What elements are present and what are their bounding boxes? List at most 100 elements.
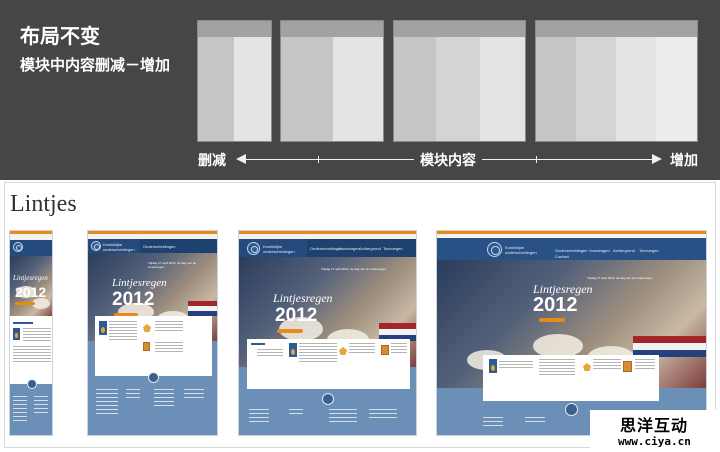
- footer-links: [184, 389, 204, 401]
- axis-tick: [318, 156, 319, 163]
- axis-line-right: [482, 159, 654, 160]
- site-header: [10, 240, 52, 256]
- text-block: [635, 359, 655, 371]
- wireframe-2: [280, 20, 384, 142]
- wireframe-column: [198, 37, 234, 141]
- site-header: Koninklijke onderscheidingen Onderscheidi…: [437, 238, 706, 260]
- medal-icon: [289, 343, 297, 357]
- text-block: [155, 321, 183, 333]
- footer-links: [289, 409, 303, 417]
- wireframe-column: [436, 37, 480, 141]
- scroll-top-icon[interactable]: [565, 403, 578, 416]
- hero-description: Vrijdag 27 april 2012, de dag van de Lin…: [321, 267, 387, 271]
- flag-stripe: [633, 336, 706, 343]
- wireframe-header: [394, 21, 525, 37]
- wireframe-column: [656, 37, 697, 141]
- scroll-top-icon[interactable]: [148, 372, 159, 383]
- hero-description: Vrijdag 27 april 2012, de dag van de Lin…: [587, 276, 653, 280]
- nav-link[interactable]: Onderscheidingen: [143, 244, 175, 249]
- wireframe-column: [281, 37, 333, 141]
- nav-link[interactable]: Contact: [555, 254, 569, 259]
- site-brand: Koninklijke onderscheidingen: [263, 244, 295, 254]
- scroll-top-icon[interactable]: [322, 393, 334, 405]
- document-icon: [623, 361, 632, 372]
- nav-link[interactable]: Toevoegen: [639, 248, 659, 253]
- banner-subtitle: 模块中内容删减－增加: [20, 56, 171, 74]
- wireframe-3: [393, 20, 526, 142]
- footer-links: [249, 409, 269, 425]
- nav-link[interactable]: Achtergrond: [613, 248, 635, 253]
- crest-icon: [13, 242, 23, 252]
- hero-script: Lintjesregen: [112, 277, 167, 289]
- hero-button[interactable]: [539, 318, 565, 322]
- site-mockup-mobile: Lintjesregen 2012: [9, 230, 53, 436]
- site-header: Koninklijke onderscheidingen: [88, 239, 140, 253]
- text-block: [257, 349, 283, 358]
- footer-links: [126, 389, 140, 401]
- axis-label-reduce: 删减: [198, 153, 226, 169]
- hero-year: 2012: [275, 305, 318, 326]
- wireframe-header: [281, 21, 383, 37]
- award-icon: [583, 363, 591, 371]
- wireframe-column: [333, 37, 383, 141]
- nav-link[interactable]: Onderscheidingen: [310, 246, 342, 251]
- hero-script: Lintjesregen: [13, 274, 48, 282]
- footer-links: [34, 396, 48, 416]
- site-brand: Koninklijke onderscheidingen: [103, 242, 135, 252]
- hero-year: 2012: [533, 294, 578, 316]
- site-mockup-tablet: Koninklijke onderscheidingen Onderscheidi…: [87, 230, 218, 436]
- axis-label-content: 模块内容: [420, 153, 476, 169]
- main-nav: Onderscheidingen: [140, 239, 217, 253]
- footer-links: [525, 417, 545, 425]
- content-area: [247, 339, 410, 389]
- wireframe-column: [394, 37, 436, 141]
- footer-links: [13, 396, 27, 424]
- footer-links: [329, 409, 357, 425]
- hero-button[interactable]: [277, 329, 303, 333]
- site-mockup-desktop-wide: Koninklijke onderscheidingen Onderscheidi…: [436, 230, 707, 436]
- watermark-text: 思洋互动: [620, 416, 689, 435]
- hero-description: Vrijdag 27 april 2012, de dag van de Lin…: [148, 261, 197, 269]
- wireframe-column: [234, 37, 271, 141]
- wireframe-header: [536, 21, 697, 37]
- award-icon: [339, 347, 347, 355]
- document-icon: [381, 345, 389, 355]
- nav-link[interactable]: Voordragen: [339, 246, 360, 251]
- arrow-right-icon: [652, 154, 662, 164]
- watermark-logo: 思洋互动 www.ciya.cn: [590, 410, 720, 452]
- text-block: [13, 346, 51, 364]
- axis-label-increase: 增加: [670, 153, 698, 169]
- wireframe-header: [198, 21, 271, 37]
- hero-year: 2012: [112, 289, 155, 310]
- wireframe-column: [480, 37, 525, 141]
- wireframe-column: [576, 37, 616, 141]
- text-block: [499, 361, 533, 370]
- hero-script: Lintjesregen: [273, 291, 333, 305]
- footer-links: [369, 409, 397, 421]
- nav-link[interactable]: Onderscheidingen: [555, 248, 587, 253]
- footer-links: [483, 417, 503, 429]
- text-block: [539, 359, 575, 377]
- content-heading: [13, 322, 33, 324]
- text-block: [349, 343, 375, 355]
- text-block: [109, 321, 137, 342]
- content-heading: [251, 343, 265, 345]
- scroll-top-icon[interactable]: [27, 379, 37, 389]
- watermark-url: www.ciya.cn: [618, 435, 691, 448]
- flag-stripe: [633, 343, 706, 350]
- nav-link[interactable]: Toevoegen: [383, 246, 403, 251]
- nav-link[interactable]: Voordragen: [589, 248, 610, 253]
- hero-button[interactable]: [15, 302, 35, 305]
- text-block: [391, 343, 407, 355]
- axis-tick: [536, 156, 537, 163]
- nav-link[interactable]: Achtergrond: [359, 246, 381, 251]
- site-brand: Koninklijke onderscheidingen: [505, 245, 537, 255]
- site-header: Koninklijke onderscheidingen: [239, 239, 307, 257]
- crest-icon: [247, 242, 260, 255]
- wireframe-1: [197, 20, 272, 142]
- wireframe-4: [535, 20, 698, 142]
- medal-icon: [489, 359, 497, 373]
- medal-icon: [99, 321, 107, 335]
- site-mockup-desktop-small: Koninklijke onderscheidingen Onderscheidi…: [238, 230, 417, 436]
- text-block: [593, 359, 621, 371]
